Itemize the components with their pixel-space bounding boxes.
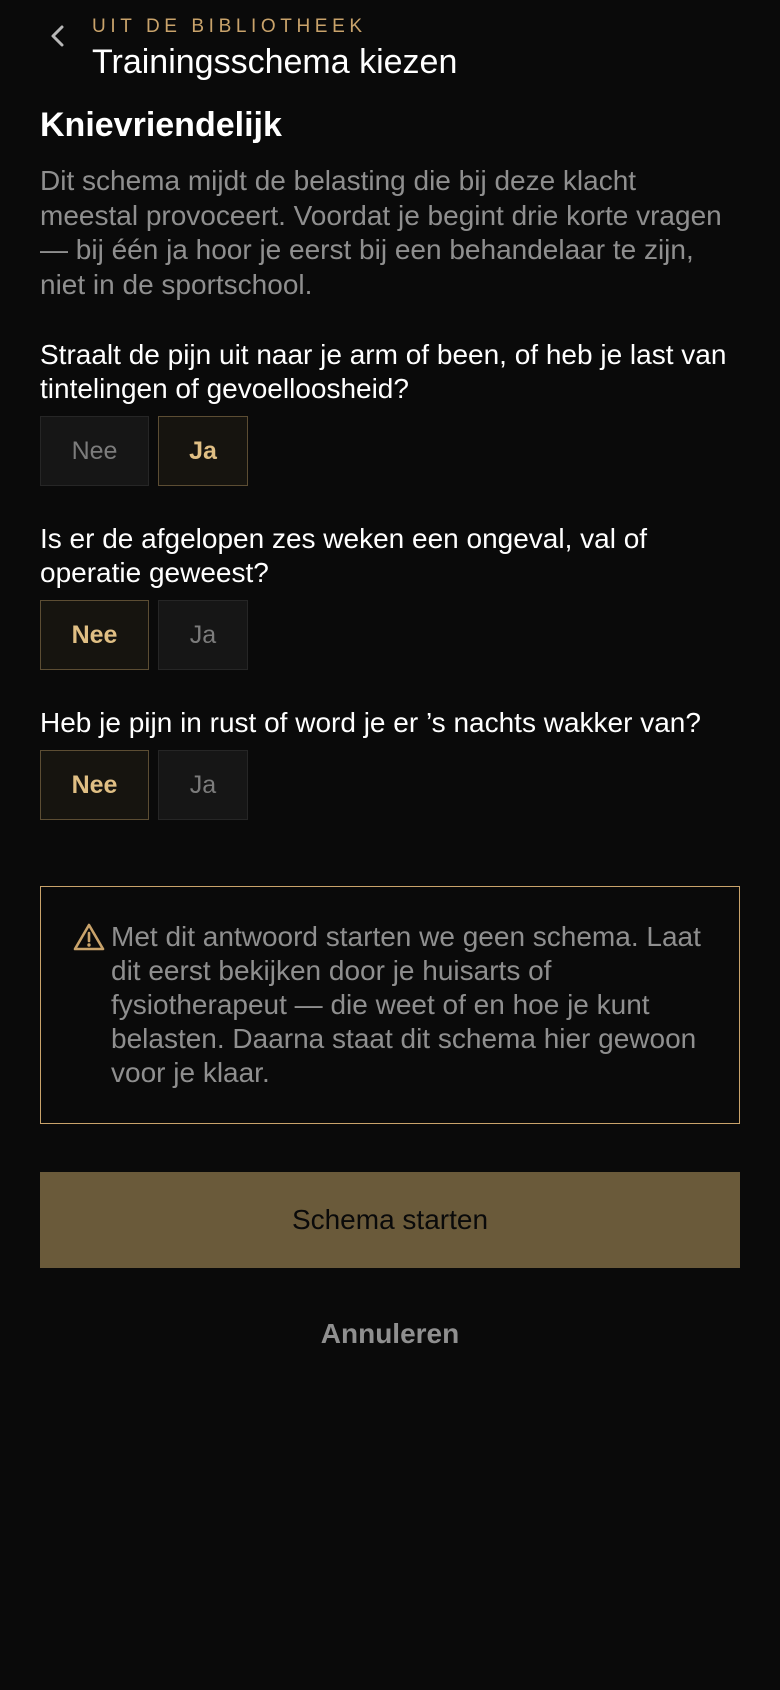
warning-triangle-icon [73,922,111,957]
warning-text: Met dit antwoord starten we geen schema.… [111,921,701,1088]
schema-intro: Dit schema mijdt de belasting die bij de… [40,165,722,300]
question-3: Heb je pijn in rust of word je er ’s nac… [40,706,740,820]
answer-nee-button[interactable]: Nee [40,750,149,820]
chevron-left-icon [51,25,64,47]
page-title: Trainingsschema kiezen [92,43,458,81]
header: UIT DE BIBLIOTHEEK Trainingsschema kieze… [0,0,780,90]
question-text: Straalt de pijn uit naar je arm of been,… [40,339,727,404]
eyebrow-label: UIT DE BIBLIOTHEEK [92,16,367,37]
start-schema-button[interactable]: Schema starten [40,1172,740,1268]
question-text: Heb je pijn in rust of word je er ’s nac… [40,707,701,738]
schema-title: Knievriendelijk [40,106,282,144]
answer-nee-button[interactable]: Nee [40,416,149,486]
question-2: Is er de afgelopen zes weken een ongeval… [40,522,740,670]
answer-nee-button[interactable]: Nee [40,600,149,670]
back-button[interactable] [40,18,76,54]
main-content: Knievriendelijk Dit schema mijdt de bela… [40,104,740,856]
warning-box: Met dit antwoord starten we geen schema.… [40,886,740,1124]
answer-options: Nee Ja [40,750,740,820]
answer-options: Nee Ja [40,416,740,486]
question-1: Straalt de pijn uit naar je arm of been,… [40,338,740,486]
question-text: Is er de afgelopen zes weken een ongeval… [40,523,648,588]
cancel-button[interactable]: Annuleren [40,1310,740,1358]
answer-ja-button[interactable]: Ja [158,416,248,486]
answer-options: Nee Ja [40,600,740,670]
answer-ja-button[interactable]: Ja [158,750,248,820]
answer-ja-button[interactable]: Ja [158,600,248,670]
